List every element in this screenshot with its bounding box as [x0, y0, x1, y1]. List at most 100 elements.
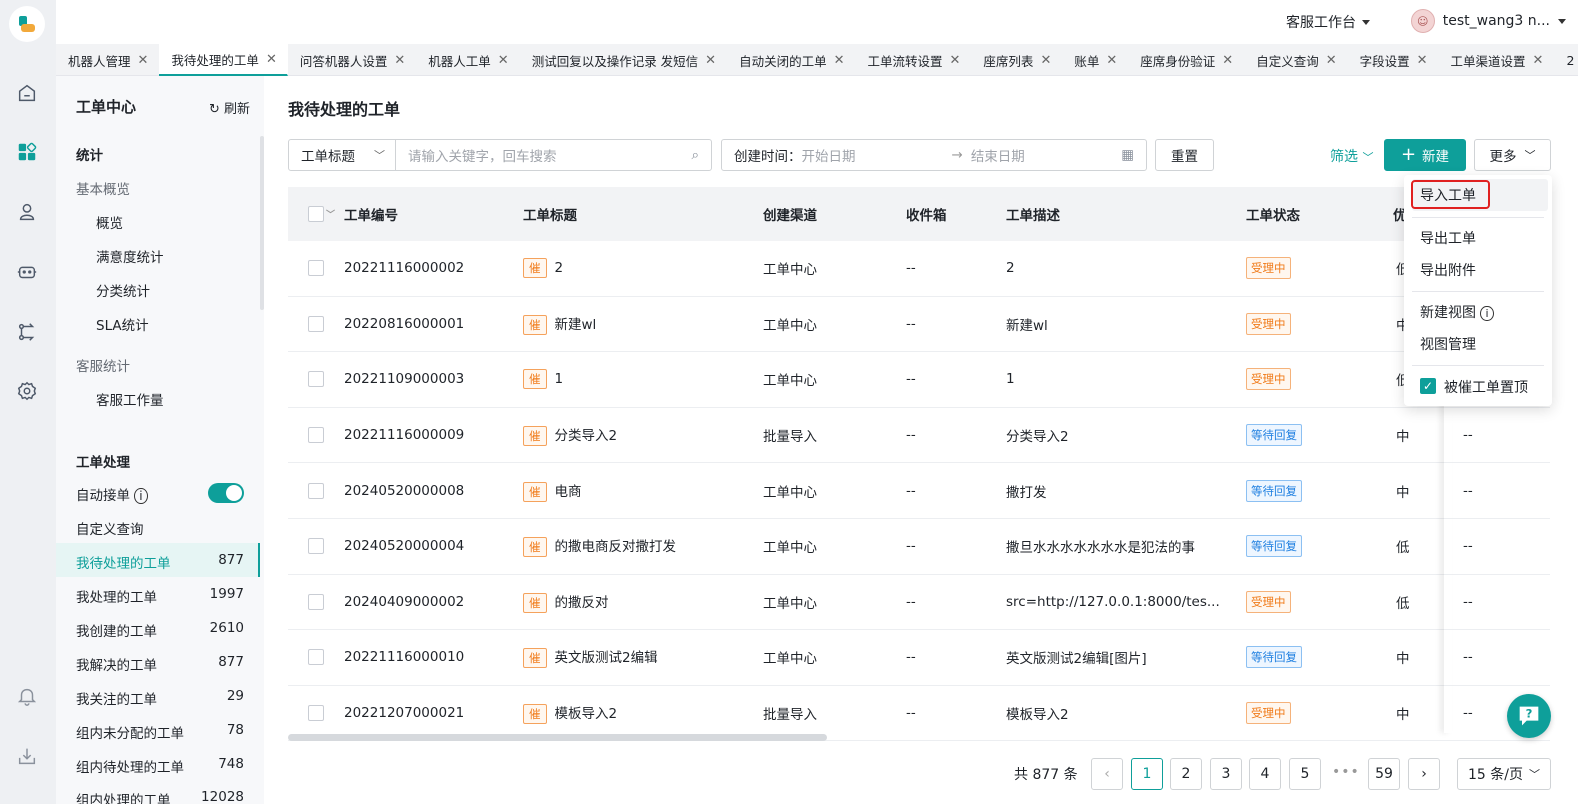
more-pages-icon[interactable]: •••	[1332, 764, 1360, 780]
close-icon[interactable]: ✕	[1222, 53, 1233, 68]
nav-item-my-pending[interactable]: 我待处理的工单	[76, 552, 171, 572]
tab-flow-settings[interactable]: 工单流转设置 ✕	[856, 44, 972, 76]
date-range-picker[interactable]: 创建时间： 开始日期 → 结束日期 ▦	[721, 139, 1147, 171]
close-icon[interactable]: ✕	[834, 53, 845, 68]
table-row[interactable]: 20240520000004 催的撒电商反对撒打发 工单中心 -- 撒旦水水水水水水水是…	[288, 519, 1550, 575]
bell-icon[interactable]	[14, 683, 40, 709]
tab-custom-query[interactable]: 自定义查询 ✕	[1244, 44, 1347, 76]
nav-item-satisfaction[interactable]: 满意度统计	[96, 246, 164, 266]
robot-icon[interactable]	[14, 259, 40, 285]
menu-item-view-manage[interactable]: 视图管理	[1420, 334, 1476, 354]
new-button[interactable]: + 新建	[1384, 139, 1466, 171]
refresh-button[interactable]: ↻ 刷新	[209, 98, 250, 117]
page-last[interactable]: 59	[1368, 758, 1400, 790]
more-button[interactable]: 更多 ﹀	[1474, 139, 1551, 171]
table-row[interactable]: 20240409000002 催的撒反对 工单中心 -- src=http://127.…	[288, 575, 1550, 631]
table-row[interactable]: 20221116000010 催英文版测试2编辑 工单中心 -- 英文版测试2编辑[图片…	[288, 630, 1550, 686]
agent-icon[interactable]	[14, 199, 40, 225]
tab-auto-closed[interactable]: 自动关闭的工单 ✕	[727, 44, 855, 76]
row-checkbox[interactable]	[308, 260, 324, 277]
ticket-title-cell[interactable]: 催的撒电商反对撒打发	[523, 535, 676, 558]
tab-my-pending[interactable]: 我待处理的工单 ✕	[159, 44, 288, 76]
table-row[interactable]: 20221109000003 催 1 工单中心 -- 1 受理中低	[288, 352, 1550, 408]
table-row[interactable]: 20240520000008 催电商 工单中心 -- 撒打发 等待回复 中 --	[288, 463, 1550, 519]
page-4[interactable]: 4	[1249, 758, 1281, 790]
next-page-button[interactable]: ›	[1408, 758, 1440, 790]
row-checkbox[interactable]	[308, 371, 324, 388]
prev-page-button[interactable]: ‹	[1091, 758, 1123, 790]
page-3[interactable]: 3	[1210, 758, 1242, 790]
ticket-title-cell[interactable]: 催分类导入2	[523, 424, 617, 447]
close-icon[interactable]: ✕	[394, 53, 405, 68]
close-icon[interactable]: ✕	[950, 53, 961, 68]
row-checkbox[interactable]	[308, 427, 324, 444]
row-checkbox[interactable]	[308, 482, 324, 499]
nav-item-group-unassigned[interactable]: 组内未分配的工单	[76, 722, 184, 742]
nav-item-my-processed[interactable]: 我处理的工单	[76, 586, 157, 606]
table-row[interactable]: 20221116000002 催 2 工单中心 -- 2 受理中低	[288, 241, 1550, 297]
close-icon[interactable]: ✕	[138, 53, 149, 68]
row-checkbox[interactable]	[308, 538, 324, 555]
page-size-select[interactable]: 15 条/页 ﹀	[1457, 758, 1551, 790]
tab-seat-auth[interactable]: 座席身份验证 ✕	[1128, 44, 1244, 76]
page-2[interactable]: 2	[1170, 758, 1202, 790]
tab-field-settings[interactable]: 字段设置 ✕	[1348, 44, 1439, 76]
menu-item-export[interactable]: 导出工单	[1420, 228, 1476, 248]
menu-item-new-view[interactable]: 新建视图 i	[1420, 302, 1494, 322]
ticket-title-cell[interactable]: 催模板导入2	[523, 702, 617, 725]
start-date-input[interactable]: 开始日期	[802, 145, 952, 165]
row-checkbox[interactable]	[308, 315, 324, 332]
ticket-title-cell[interactable]: 催的撒反对	[523, 591, 609, 613]
page-5[interactable]: 5	[1289, 758, 1321, 790]
nav-item-custom-query[interactable]: 自定义查询	[76, 518, 144, 538]
page-1[interactable]: 1	[1131, 758, 1163, 790]
tab-qa-robot-settings[interactable]: 问答机器人设置 ✕	[288, 44, 416, 76]
menu-item-export-attachments[interactable]: 导出附件	[1420, 260, 1476, 280]
close-icon[interactable]: ✕	[1106, 53, 1117, 68]
flow-icon[interactable]	[14, 319, 40, 345]
workspace-switcher[interactable]: 客服工作台	[1286, 12, 1370, 32]
tab-2[interactable]: 2✕	[1554, 44, 1578, 76]
end-date-input[interactable]: 结束日期	[971, 145, 1121, 165]
ticket-title-cell[interactable]: 催电商	[523, 480, 582, 502]
row-checkbox[interactable]	[308, 705, 324, 722]
ticket-title-cell[interactable]: 催英文版测试2编辑	[523, 646, 658, 669]
download-icon[interactable]	[14, 743, 40, 769]
ticket-apps-icon[interactable]	[14, 139, 40, 165]
nav-item-my-created[interactable]: 我创建的工单	[76, 620, 157, 640]
ticket-title-cell[interactable]: 催新建wl	[523, 313, 596, 335]
nav-item-category[interactable]: 分类统计	[96, 280, 150, 300]
pin-urged-checkbox[interactable]: ✓	[1420, 378, 1436, 394]
close-icon[interactable]: ✕	[1533, 53, 1544, 68]
nav-item-sla[interactable]: SLA统计	[96, 314, 149, 334]
tab-robot-tickets[interactable]: 机器人工单 ✕	[416, 44, 519, 76]
pin-urged-label[interactable]: 被催工单置顶	[1444, 377, 1528, 397]
menu-item-import[interactable]: 导入工单	[1420, 185, 1476, 205]
home-icon[interactable]	[14, 80, 40, 106]
auto-accept-toggle[interactable]	[208, 483, 244, 503]
tab-channel-settings[interactable]: 工单渠道设置 ✕	[1439, 44, 1555, 76]
horizontal-scrollbar[interactable]	[288, 734, 827, 741]
close-icon[interactable]: ✕	[1040, 53, 1051, 68]
user-menu[interactable]: ☺ test_wang3 n...	[1410, 9, 1566, 33]
tab-seat-list[interactable]: 座席列表 ✕	[971, 44, 1062, 76]
search-icon[interactable]: ⌕	[691, 147, 699, 163]
close-icon[interactable]: ✕	[266, 52, 277, 67]
filter-button[interactable]: 筛选 ﹀	[1330, 146, 1373, 166]
search-input[interactable]: 请输入关键字，回车搜索	[408, 145, 691, 165]
help-button[interactable]: ?	[1507, 694, 1551, 738]
tab-robot-manage[interactable]: 机器人管理 ✕	[56, 44, 159, 76]
tab-test-reply[interactable]: 测试回复以及操作记录 发短信 ✕	[520, 44, 727, 76]
reset-button[interactable]: 重置	[1155, 139, 1214, 171]
close-icon[interactable]: ✕	[1326, 53, 1337, 68]
close-icon[interactable]: ✕	[705, 53, 716, 68]
row-checkbox[interactable]	[308, 593, 324, 610]
nav-item-my-followed[interactable]: 我关注的工单	[76, 688, 157, 708]
close-icon[interactable]: ✕	[498, 53, 509, 68]
ticket-title-cell[interactable]: 催1	[523, 369, 563, 390]
table-row[interactable]: 20220816000001 催新建wl 工单中心 -- 新建wl 受理中中	[288, 297, 1550, 353]
table-row[interactable]: 20221116000009 催分类导入2 批量导入 -- 分类导入2 等待回复中 --	[288, 408, 1550, 464]
settings-icon[interactable]	[14, 378, 40, 404]
select-all-checkbox[interactable]	[308, 206, 324, 222]
nav-item-agent-workload[interactable]: 客服工作量	[96, 389, 164, 409]
